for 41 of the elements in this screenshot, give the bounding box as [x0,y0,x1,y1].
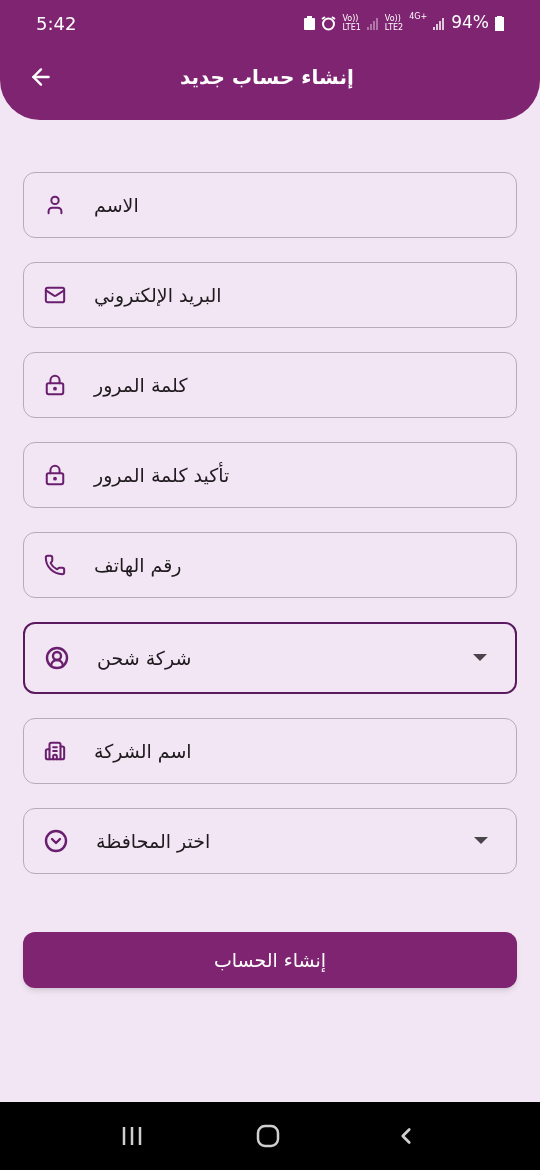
battery-saver-icon [304,16,316,30]
placeholder-text: تأكيد كلمة المرور [94,461,230,489]
input-field[interactable]: اسم الشركة [23,718,517,784]
screen-title: إنشاء حساب جديد [180,64,354,91]
dropdown-value: شركة شحن [97,645,192,672]
phone-icon [44,554,66,576]
input-field[interactable]: الاسم [23,172,517,238]
alarm-icon [321,15,337,31]
create-account-button[interactable]: إنشاء الحساب [23,932,517,988]
placeholder-text: الاسم [94,192,139,219]
dropdown-field[interactable]: شركة شحن [23,622,517,694]
placeholder-text: اسم الشركة [94,738,192,765]
home-icon[interactable] [256,1124,280,1148]
building-icon [44,740,66,762]
volte-label: Vo)) [384,14,402,23]
account-icon [45,646,69,670]
dropdown-value: اختر المحافظة [96,828,211,855]
dropdown-field[interactable]: اختر المحافظة [23,808,517,874]
signal-icon [366,16,379,30]
network-label: 4G+ [409,11,428,24]
caret-icon [474,837,488,845]
lock-icon [44,464,66,486]
mail-icon [44,284,66,306]
chevron-circle-icon [44,829,68,853]
battery-percent: 94% [451,11,489,35]
status-time: 5:42 [36,11,77,36]
battery-icon [495,15,504,31]
recents-icon[interactable] [120,1126,143,1146]
volte-label: Vo)) [342,14,360,23]
input-field[interactable]: رقم الهاتف [23,532,517,598]
lock-icon [44,374,66,396]
placeholder-text: البريد الإلكتروني [94,282,222,309]
placeholder-text: كلمة المرور [94,372,188,399]
placeholder-text: رقم الهاتف [94,552,182,579]
caret-icon [473,654,487,662]
input-field[interactable]: كلمة المرور [23,352,517,418]
sim-label: LTE1 [342,23,361,32]
input-field[interactable]: البريد الإلكتروني [23,262,517,328]
sim-label: LTE2 [384,23,404,32]
signal-icon [433,16,446,30]
input-field[interactable]: تأكيد كلمة المرور [23,442,517,508]
